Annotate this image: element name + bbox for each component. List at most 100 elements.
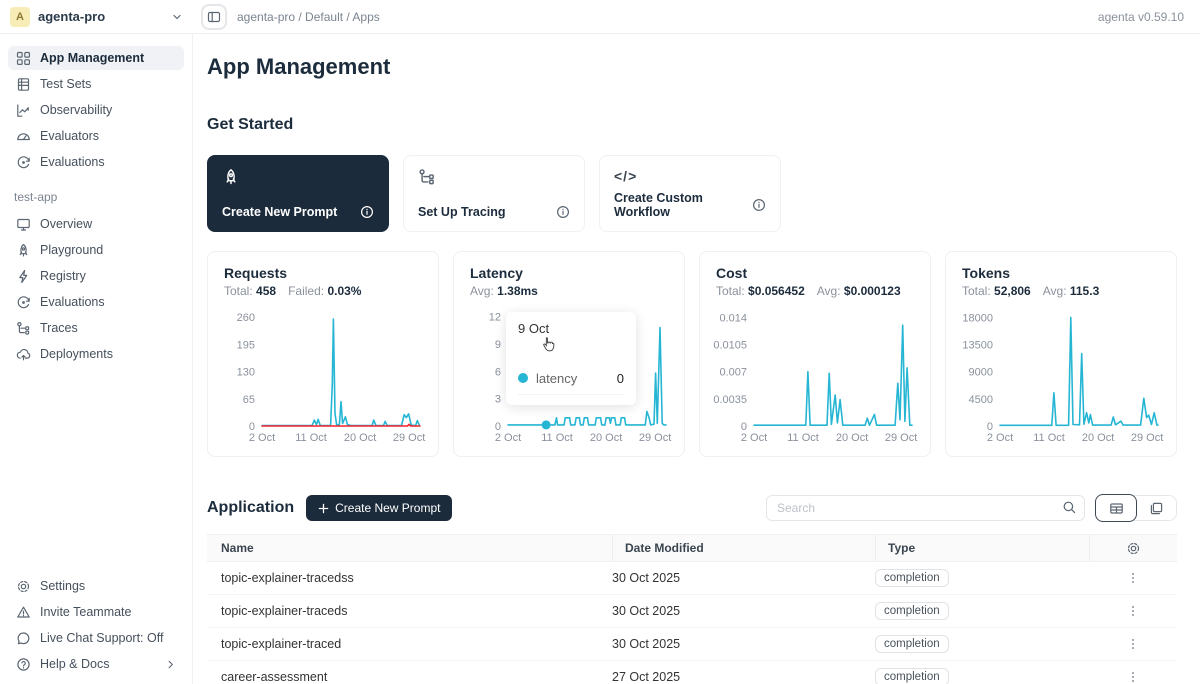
sidebar-item-deployments[interactable]: Deployments — [8, 342, 184, 366]
sidebar-item-invite-teammate[interactable]: Invite Teammate — [8, 600, 184, 624]
sidebar-item-live-chat[interactable]: Live Chat Support: Off — [8, 626, 184, 650]
more-menu-icon[interactable] — [1126, 637, 1140, 651]
rocket-icon — [222, 168, 240, 186]
plus-icon — [318, 503, 329, 514]
svg-text:9000: 9000 — [969, 367, 993, 379]
cost-chart[interactable]: 00.00350.0070.01050.0142 Oct11 Oct20 Oct… — [716, 304, 914, 444]
sidebar-item-evaluations[interactable]: Evaluations — [8, 150, 184, 174]
svg-text:0.014: 0.014 — [719, 312, 747, 324]
rocket-icon — [16, 243, 31, 258]
svg-text:0.007: 0.007 — [719, 367, 747, 379]
search-icon[interactable] — [1062, 500, 1077, 515]
create-new-prompt-card[interactable]: Create New Prompt — [207, 155, 389, 232]
sidebar-item-app-evaluations[interactable]: Evaluations — [8, 290, 184, 314]
requests-chart-card: Requests Total: 458 Failed: 0.03% 065130… — [207, 251, 439, 457]
table-row[interactable]: career-assessment 27 Oct 2025 completion — [207, 661, 1177, 684]
sidebar-item-registry[interactable]: Registry — [8, 264, 184, 288]
svg-text:0.0105: 0.0105 — [713, 340, 747, 352]
sidebar-item-playground[interactable]: Playground — [8, 238, 184, 262]
svg-text:12: 12 — [489, 312, 501, 324]
info-icon — [752, 198, 766, 212]
card-label: Set Up Tracing — [418, 205, 506, 219]
metrics-charts: Requests Total: 458 Failed: 0.03% 065130… — [207, 251, 1177, 457]
test-sets-icon — [16, 77, 31, 92]
svg-text:29 Oct: 29 Oct — [885, 432, 917, 444]
svg-text:20 Oct: 20 Oct — [344, 432, 376, 444]
tooltip-value: 0 — [617, 371, 624, 386]
chart-title: Tokens — [962, 265, 1160, 281]
get-started-cards: Create New Prompt Set Up Tracing </> Cre… — [207, 155, 1177, 232]
tree-icon — [16, 321, 31, 336]
applications-table: Name Date Modified Type topic-explainer-… — [207, 534, 1177, 684]
evaluations-icon — [16, 295, 31, 310]
chart-title: Latency — [470, 265, 668, 281]
sidebar-toggle-button[interactable] — [201, 4, 227, 30]
table-row[interactable]: topic-explainer-tracedss 30 Oct 2025 com… — [207, 562, 1177, 595]
chart-title: Cost — [716, 265, 914, 281]
application-heading: Application — [207, 499, 294, 517]
requests-chart[interactable]: 0651301952602 Oct11 Oct20 Oct29 Oct — [224, 304, 422, 444]
card-view-button[interactable] — [1137, 495, 1176, 521]
create-new-prompt-button[interactable]: Create New Prompt — [306, 495, 452, 521]
svg-text:13500: 13500 — [962, 340, 993, 352]
table-view-icon — [1109, 501, 1124, 516]
svg-text:18000: 18000 — [962, 312, 993, 324]
table-header: Name Date Modified Type — [207, 534, 1177, 562]
type-badge: completion — [875, 569, 949, 587]
svg-text:9: 9 — [495, 339, 501, 351]
sidebar-item-traces[interactable]: Traces — [8, 316, 184, 340]
card-label: Create New Prompt — [222, 205, 337, 219]
cloud-upload-icon — [16, 347, 31, 362]
svg-text:11 Oct: 11 Oct — [787, 432, 819, 444]
sidebar-group-test-app: test-app — [14, 190, 178, 204]
workspace-avatar: A — [10, 7, 30, 27]
column-settings[interactable] — [1089, 535, 1177, 561]
sidebar-item-settings[interactable]: Settings — [8, 574, 184, 598]
tree-icon — [418, 168, 436, 186]
application-header: Application Create New Prompt — [207, 495, 1177, 521]
app-version: agenta v0.59.10 — [1098, 10, 1200, 24]
monitor-icon — [16, 217, 31, 232]
table-row[interactable]: topic-explainer-traceds 30 Oct 2025 comp… — [207, 595, 1177, 628]
lightning-icon — [16, 269, 31, 284]
tokens-chart[interactable]: 04500900013500180002 Oct11 Oct20 Oct29 O… — [962, 304, 1160, 444]
table-row[interactable]: topic-explainer-traced 30 Oct 2025 compl… — [207, 628, 1177, 661]
column-name[interactable]: Name — [207, 541, 612, 555]
more-menu-icon[interactable] — [1126, 604, 1140, 618]
latency-chart-card: Latency Avg: 1.38ms 0369122 Oct11 Oct20 … — [453, 251, 685, 457]
code-icon: </> — [614, 168, 766, 184]
column-date-modified[interactable]: Date Modified — [612, 535, 875, 561]
more-menu-icon[interactable] — [1126, 571, 1140, 585]
breadcrumb[interactable]: agenta-pro / Default / Apps — [237, 10, 380, 24]
sidebar-item-overview[interactable]: Overview — [8, 212, 184, 236]
svg-text:3: 3 — [495, 394, 501, 406]
svg-text:195: 195 — [237, 339, 255, 351]
set-up-tracing-card[interactable]: Set Up Tracing — [403, 155, 585, 232]
sidebar-item-evaluators[interactable]: Evaluators — [8, 124, 184, 148]
table-view-button[interactable] — [1095, 494, 1137, 522]
cost-chart-card: Cost Total: $0.056452 Avg: $0.000123 00.… — [699, 251, 931, 457]
type-badge: completion — [875, 668, 949, 684]
column-type[interactable]: Type — [875, 535, 1089, 561]
hand-cursor-icon — [540, 336, 557, 353]
info-icon — [556, 205, 570, 219]
chat-bubble-icon — [16, 631, 31, 646]
svg-text:29 Oct: 29 Oct — [639, 432, 671, 444]
chart-title: Requests — [224, 265, 422, 281]
evaluations-icon — [16, 155, 31, 170]
sidebar-item-observability[interactable]: Observability — [8, 98, 184, 122]
workspace-selector[interactable]: A agenta-pro — [0, 7, 193, 27]
invite-icon — [16, 605, 31, 620]
sidebar-item-app-management[interactable]: App Management — [8, 46, 184, 70]
sidebar: App Management Test Sets Observability E… — [0, 34, 193, 684]
svg-text:20 Oct: 20 Oct — [1082, 432, 1114, 444]
more-menu-icon[interactable] — [1126, 670, 1140, 684]
create-custom-workflow-card[interactable]: </> Create Custom Workflow — [599, 155, 781, 232]
main-content: App Management Get Started Create New Pr… — [193, 0, 1200, 684]
svg-text:29 Oct: 29 Oct — [393, 432, 425, 444]
get-started-heading: Get Started — [207, 116, 1177, 134]
sidebar-item-test-sets[interactable]: Test Sets — [8, 72, 184, 96]
card-label: Create Custom Workflow — [614, 191, 752, 219]
sidebar-item-help-docs[interactable]: Help & Docs — [8, 652, 184, 676]
search-input[interactable] — [766, 495, 1085, 521]
